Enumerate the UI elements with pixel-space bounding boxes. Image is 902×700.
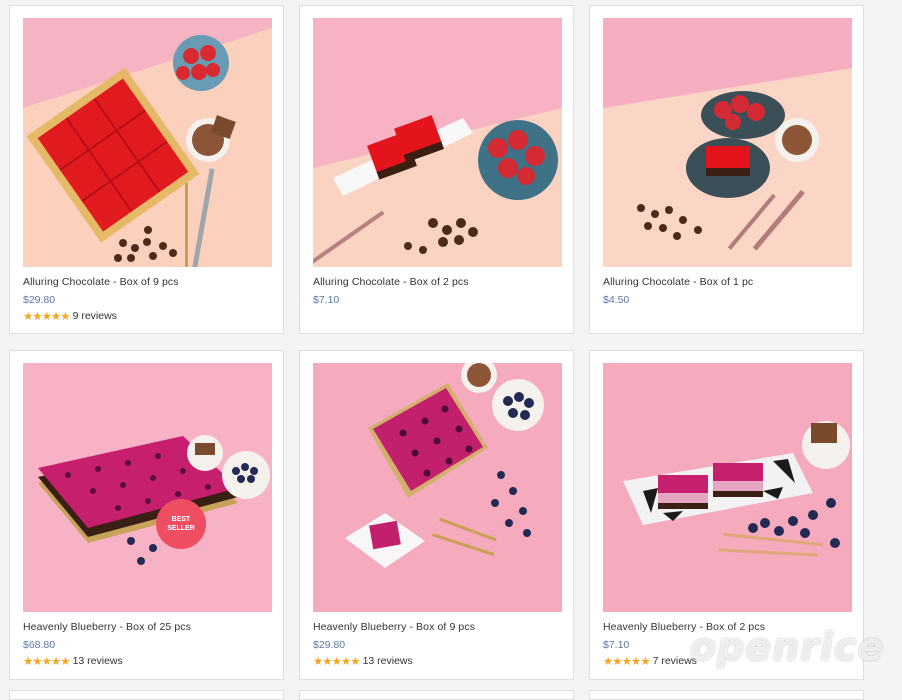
product-price: $4.50 — [603, 294, 630, 306]
product-card[interactable]: BEST SELLER Heavenly Blueberry - Box of … — [9, 350, 284, 680]
product-rating: ★★★★★ 13 reviews — [313, 654, 413, 668]
product-title[interactable]: Alluring Chocolate - Box of 9 pcs — [23, 276, 179, 288]
product-price: $29.80 — [23, 294, 56, 306]
openrice-watermark-logo: openrice — [690, 625, 885, 669]
product-price: $7.10 — [603, 639, 630, 651]
product-photo-blueberry-25 — [23, 363, 272, 612]
product-card[interactable]: Alluring Chocolate - Box of 2 pcs $7.10 — [299, 5, 574, 334]
product-photo-alluring-9 — [23, 18, 272, 267]
product-image[interactable] — [23, 18, 272, 267]
product-price: $7.10 — [313, 294, 340, 306]
product-title[interactable]: Alluring Chocolate - Box of 1 pc — [603, 276, 753, 288]
product-photo-alluring-2 — [313, 18, 562, 267]
product-title[interactable]: Alluring Chocolate - Box of 2 pcs — [313, 276, 469, 288]
product-rating: ★★★★★ 9 reviews — [23, 309, 117, 323]
review-count[interactable]: 13 reviews — [73, 655, 123, 667]
product-title[interactable]: Heavenly Blueberry - Box of 25 pcs — [23, 621, 191, 633]
product-image[interactable] — [603, 18, 852, 267]
review-count[interactable]: 13 reviews — [363, 655, 413, 667]
product-rating: ★★★★★ 7 reviews — [603, 654, 697, 668]
next-row-card — [589, 690, 864, 700]
product-image[interactable] — [313, 363, 562, 612]
product-photo-alluring-1 — [603, 18, 852, 267]
product-card[interactable]: Heavenly Blueberry - Box of 9 pcs $29.80… — [299, 350, 574, 680]
product-rating: ★★★★★ 13 reviews — [23, 654, 123, 668]
star-rating-icon: ★★★★★ — [23, 656, 71, 668]
product-image[interactable] — [603, 363, 852, 612]
star-rating-icon: ★★★★★ — [313, 656, 361, 668]
product-price: $68.80 — [23, 639, 56, 651]
product-card[interactable]: Alluring Chocolate - Box of 1 pc $4.50 — [589, 5, 864, 334]
star-rating-icon: ★★★★★ — [23, 311, 71, 323]
review-count[interactable]: 9 reviews — [73, 310, 117, 322]
product-photo-blueberry-2 — [603, 363, 852, 612]
next-row-card — [9, 690, 284, 700]
best-seller-badge: BEST SELLER — [156, 499, 206, 549]
star-rating-icon: ★★★★★ — [603, 656, 651, 668]
product-price: $29.80 — [313, 639, 346, 651]
product-image[interactable] — [313, 18, 562, 267]
product-card[interactable]: Alluring Chocolate - Box of 9 pcs $29.80… — [9, 5, 284, 334]
product-title[interactable]: Heavenly Blueberry - Box of 9 pcs — [313, 621, 475, 633]
product-photo-blueberry-9 — [313, 363, 562, 612]
badge-label: BEST SELLER — [167, 516, 195, 532]
product-image[interactable]: BEST SELLER — [23, 363, 272, 612]
next-row-card — [299, 690, 574, 700]
